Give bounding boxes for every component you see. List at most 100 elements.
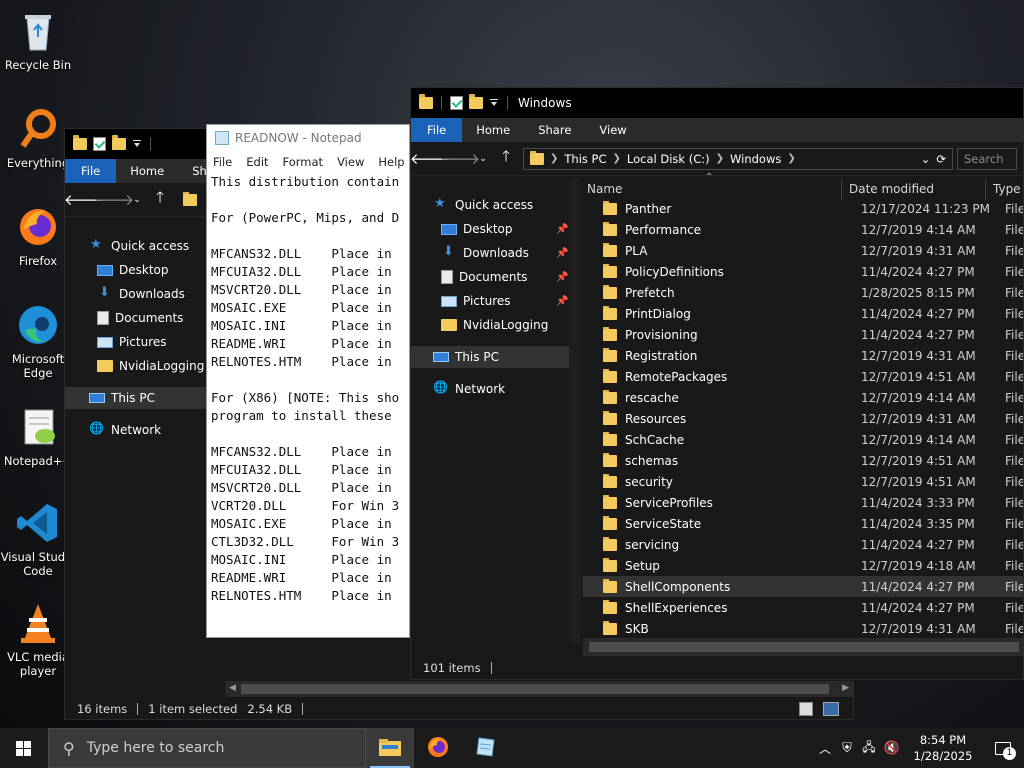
security-shield-icon[interactable]: ⛨ — [836, 741, 858, 756]
large-icons-view-icon[interactable] — [823, 702, 839, 716]
up-arrow-icon[interactable]: 🡑 — [147, 188, 173, 212]
nav-documents[interactable]: Documents 📌 — [411, 266, 569, 288]
notepad-window[interactable]: READNOW - Notepad File Edit Format View … — [206, 124, 410, 638]
table-row[interactable]: Registration 12/7/2019 4:31 AM File folder — [583, 345, 1023, 366]
details-view-icon[interactable] — [799, 702, 813, 716]
properties-icon[interactable] — [450, 96, 463, 110]
desktop-icon-recycle-bin[interactable]: Recycle Bin — [0, 8, 76, 72]
table-row[interactable]: security 12/7/2019 4:51 AM File folder — [583, 471, 1023, 492]
nav-pane-scrollbar[interactable] — [569, 178, 581, 644]
breadcrumb-this-pc[interactable]: This PC — [564, 152, 606, 166]
menu-view[interactable]: View — [337, 155, 364, 169]
volume-muted-icon[interactable]: 🔇 — [880, 741, 904, 756]
nav-nvidialogging[interactable]: NvidiaLogging — [65, 355, 207, 377]
show-hidden-icons-chevron-icon[interactable]: ︿ — [814, 740, 836, 757]
up-arrow-icon[interactable]: 🡑 — [493, 147, 519, 171]
taskbar-notepad[interactable] — [462, 728, 510, 768]
table-row[interactable]: rescache 12/7/2019 4:14 AM File folder — [583, 387, 1023, 408]
recent-locations-icon[interactable]: ⌄ — [477, 147, 489, 171]
tab-file[interactable]: File — [411, 118, 463, 142]
pin-icon[interactable]: 📌 — [556, 272, 568, 283]
table-row[interactable]: ServiceProfiles 11/4/2024 3:33 PM File fol… — [583, 492, 1023, 513]
refresh-icon[interactable]: ⟳ — [936, 152, 946, 166]
forward-arrow-icon[interactable]: 🡒 — [440, 147, 480, 171]
breadcrumb-local-disk[interactable]: Local Disk (C:) — [627, 152, 710, 166]
chevron-right-icon[interactable]: ❯ — [550, 153, 558, 164]
nav-downloads[interactable]: Downloads — [65, 283, 207, 305]
new-folder-icon[interactable] — [112, 135, 126, 150]
nav-downloads[interactable]: Downloads 📌 — [411, 242, 569, 264]
table-row[interactable]: Performance 12/7/2019 4:14 AM File folder — [583, 219, 1023, 240]
scroll-left-icon[interactable]: ◀ — [229, 683, 236, 693]
nav-quick-access[interactable]: Quick access — [65, 235, 207, 257]
table-row[interactable]: servicing 11/4/2024 4:27 PM File folder — [583, 534, 1023, 555]
menu-file[interactable]: File — [213, 155, 232, 169]
menu-format[interactable]: Format — [283, 155, 324, 169]
table-row[interactable]: PrintDialog 11/4/2024 4:27 PM File folder — [583, 303, 1023, 324]
right-explorer-titlebar[interactable]: Windows — [411, 88, 1023, 118]
column-header-name[interactable]: Name — [587, 178, 843, 200]
tab-home[interactable]: Home — [116, 159, 178, 183]
nav-network[interactable]: Network — [411, 378, 569, 400]
new-folder-icon[interactable] — [469, 94, 483, 109]
chevron-right-icon[interactable]: ❯ — [613, 153, 621, 164]
nav-quick-access[interactable]: Quick access — [411, 194, 569, 216]
taskbar-search-box[interactable]: ⚲ Type here to search — [48, 728, 366, 768]
properties-icon[interactable] — [93, 137, 106, 151]
tab-file[interactable]: File — [65, 159, 117, 183]
tab-view[interactable]: View — [585, 118, 640, 142]
network-status-icon[interactable]: 🖧 — [858, 738, 880, 759]
address-bar[interactable]: ❯ This PC ❯ Local Disk (C:) ❯ Windows ❯ … — [523, 147, 953, 170]
tab-home[interactable]: Home — [462, 118, 524, 142]
nav-desktop[interactable]: Desktop — [65, 259, 207, 281]
breadcrumb-windows[interactable]: Windows — [730, 152, 781, 166]
table-row[interactable]: schemas 12/7/2019 4:51 AM File folder — [583, 450, 1023, 471]
start-button[interactable] — [0, 728, 48, 768]
action-center-button[interactable]: 1 — [982, 728, 1024, 768]
horizontal-scrollbar[interactable]: ◀ ▶ — [225, 681, 853, 697]
nav-desktop[interactable]: Desktop 📌 — [411, 218, 569, 240]
chevron-right-icon[interactable]: ❯ — [787, 153, 795, 164]
pin-icon[interactable]: 📌 — [556, 224, 568, 235]
recent-locations-icon[interactable]: ⌄ — [131, 188, 143, 212]
nav-documents[interactable]: Documents — [65, 307, 207, 329]
table-row[interactable]: Resources 12/7/2019 4:31 AM File folder — [583, 408, 1023, 429]
menu-help[interactable]: Help — [378, 155, 404, 169]
scroll-right-icon[interactable]: ▶ — [842, 683, 849, 693]
table-row[interactable]: SKB 12/7/2019 4:31 AM File folder — [583, 618, 1023, 639]
nav-network[interactable]: Network — [65, 419, 207, 441]
scrollbar-thumb[interactable] — [241, 684, 829, 694]
notepad-text-area[interactable]: This distribution contain For (PowerPC, M… — [211, 173, 399, 605]
forward-arrow-icon[interactable]: 🡒 — [94, 188, 134, 212]
nav-pictures[interactable]: Pictures — [65, 331, 207, 353]
search-input[interactable]: Search — [957, 147, 1017, 170]
chevron-down-icon[interactable] — [132, 139, 142, 149]
menu-edit[interactable]: Edit — [246, 155, 268, 169]
nav-this-pc[interactable]: This PC — [411, 346, 569, 368]
table-row[interactable]: Panther 12/17/2024 11:23 PM File folder — [583, 198, 1023, 219]
table-row[interactable]: ServiceState 11/4/2024 3:35 PM File folder — [583, 513, 1023, 534]
clock[interactable]: 8:54 PM 1/28/2025 — [904, 732, 982, 764]
table-row[interactable]: PolicyDefinitions 11/4/2024 4:27 PM File f… — [583, 261, 1023, 282]
column-header-type[interactable]: Type — [993, 178, 1023, 200]
chevron-right-icon[interactable]: ❯ — [716, 153, 724, 164]
table-row[interactable]: Setup 12/7/2019 4:18 AM File folder — [583, 555, 1023, 576]
tab-share[interactable]: Share — [524, 118, 585, 142]
horizontal-scrollbar[interactable] — [583, 638, 1023, 656]
column-separator[interactable] — [985, 178, 986, 200]
table-row[interactable]: ShellComponents 11/4/2024 4:27 PM File fol… — [583, 576, 1023, 597]
column-header-date[interactable]: Date modified — [849, 178, 985, 200]
pin-icon[interactable]: 📌 — [556, 248, 568, 259]
notepad-titlebar[interactable]: READNOW - Notepad — [207, 125, 409, 151]
right-explorer-window[interactable]: Windows File Home Share View 🡐 🡒 ⌄ 🡑 ❯ T… — [410, 87, 1024, 680]
chevron-down-icon[interactable] — [489, 98, 499, 108]
column-separator[interactable] — [841, 178, 842, 200]
address-dropdown-icon[interactable]: ⌄ — [921, 152, 931, 166]
taskbar-file-explorer[interactable] — [366, 728, 414, 768]
nav-pictures[interactable]: Pictures 📌 — [411, 290, 569, 312]
table-row[interactable]: ShellExperiences 11/4/2024 4:27 PM File fo… — [583, 597, 1023, 618]
table-row[interactable]: PLA 12/7/2019 4:31 AM File folder — [583, 240, 1023, 261]
nav-this-pc[interactable]: This PC — [65, 387, 207, 409]
table-row[interactable]: RemotePackages 12/7/2019 4:51 AM File fold… — [583, 366, 1023, 387]
scrollbar-thumb[interactable] — [589, 642, 1019, 652]
